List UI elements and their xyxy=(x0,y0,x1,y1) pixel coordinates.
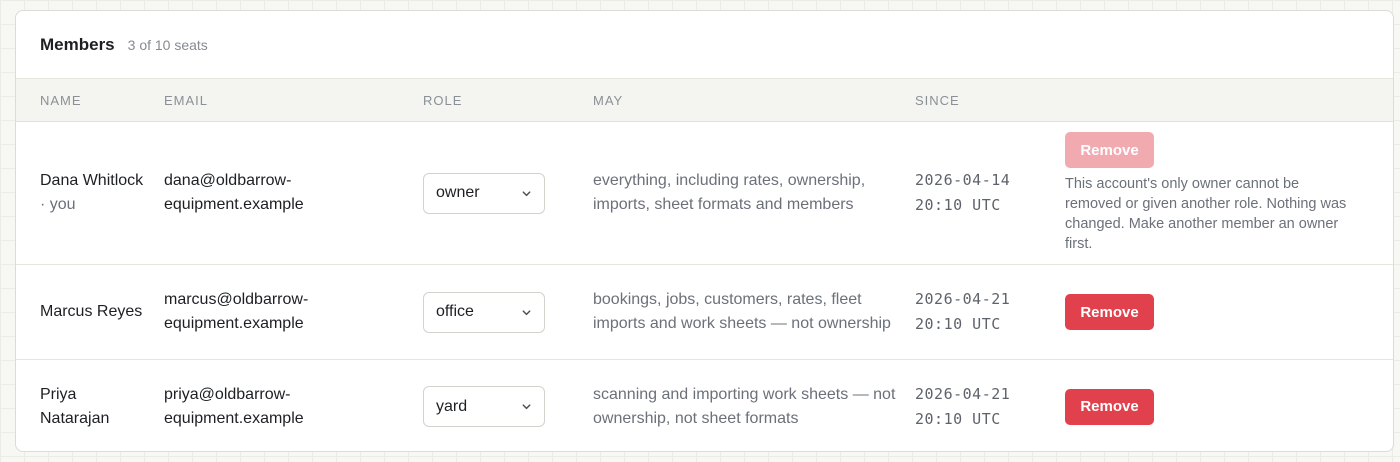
member-since: 2026-04-21 20:10 UTC xyxy=(915,290,1011,333)
column-header-actions xyxy=(1065,79,1393,122)
member-since-cell: 2026-04-21 20:10 UTC xyxy=(915,360,1065,452)
remove-button[interactable]: Remove xyxy=(1065,132,1154,168)
member-since-cell: 2026-04-14 20:10 UTC xyxy=(915,122,1065,265)
role-select-value: owner xyxy=(436,184,480,201)
member-actions-cell: Remove xyxy=(1065,360,1393,452)
chevron-down-icon xyxy=(522,309,531,315)
column-header-since: SINCE xyxy=(915,93,960,108)
member-permissions-cell: bookings, jobs, customers, rates, fleet … xyxy=(593,265,915,360)
member-name: Dana Whitlock xyxy=(40,172,144,189)
remove-button[interactable]: Remove xyxy=(1065,294,1154,330)
member-actions-cell: Remove This account's only owner cannot … xyxy=(1065,122,1393,265)
member-name: Marcus Reyes xyxy=(40,303,143,320)
table-row: Priya Natarajan priya@oldbarrow-equipmen… xyxy=(16,360,1393,452)
member-email: marcus@oldbarrow-equipment.example xyxy=(164,291,309,332)
member-role-cell: owner xyxy=(423,122,593,265)
member-email-cell: marcus@oldbarrow-equipment.example xyxy=(164,265,423,360)
member-name: Priya Natarajan xyxy=(40,385,110,427)
role-select[interactable]: office xyxy=(423,291,545,333)
member-email: dana@oldbarrow-equipment.example xyxy=(164,172,304,213)
member-permissions-cell: scanning and importing work sheets — not… xyxy=(593,360,915,452)
role-select[interactable]: yard xyxy=(423,386,545,428)
role-select-value: office xyxy=(436,303,474,320)
member-role-cell: yard xyxy=(423,360,593,452)
column-header-may: MAY xyxy=(593,93,624,108)
table-row: Dana Whitlock · you dana@oldbarrow-equip… xyxy=(16,122,1393,265)
member-email: priya@oldbarrow-equipment.example xyxy=(164,385,304,427)
member-since-cell: 2026-04-21 20:10 UTC xyxy=(915,265,1065,360)
table-row: Marcus Reyes marcus@oldbarrow-equipment.… xyxy=(16,265,1393,360)
members-card: Members 3 of 10 seats NAME EMAIL ROLE MA… xyxy=(15,10,1394,452)
member-email-cell: priya@oldbarrow-equipment.example xyxy=(164,360,423,452)
member-since: 2026-04-21 20:10 UTC xyxy=(915,384,1011,428)
member-since: 2026-04-14 20:10 UTC xyxy=(915,171,1011,214)
member-permissions: everything, including rates, ownership, … xyxy=(593,172,866,213)
remove-error-note: This account's only owner cannot be remo… xyxy=(1065,176,1347,252)
member-name-cell: Marcus Reyes xyxy=(16,265,164,360)
member-permissions: scanning and importing work sheets — not… xyxy=(593,385,896,427)
column-header-name: NAME xyxy=(40,93,82,108)
table-header-row: NAME EMAIL ROLE MAY SINCE xyxy=(16,78,1393,122)
column-header-role: ROLE xyxy=(423,93,463,108)
member-actions-cell: Remove xyxy=(1065,265,1393,360)
column-header-email: EMAIL xyxy=(164,93,209,108)
chevron-down-icon xyxy=(522,190,531,196)
role-select[interactable]: owner xyxy=(423,172,545,214)
member-name-cell: Dana Whitlock · you xyxy=(16,122,164,265)
member-role-cell: office xyxy=(423,265,593,360)
you-indicator: · you xyxy=(40,196,76,213)
member-name-cell: Priya Natarajan xyxy=(16,360,164,452)
page-title: Members xyxy=(40,34,115,54)
member-permissions: bookings, jobs, customers, rates, fleet … xyxy=(593,291,891,332)
role-select-value: yard xyxy=(436,397,468,415)
seat-count: 3 of 10 seats xyxy=(127,36,208,53)
members-table: NAME EMAIL ROLE MAY SINCE Dana Whitlock … xyxy=(16,78,1393,452)
remove-button[interactable]: Remove xyxy=(1065,388,1154,425)
member-permissions-cell: everything, including rates, ownership, … xyxy=(593,122,915,265)
chevron-down-icon xyxy=(522,404,531,410)
member-email-cell: dana@oldbarrow-equipment.example xyxy=(164,122,423,265)
card-header: Members 3 of 10 seats xyxy=(16,11,1393,78)
